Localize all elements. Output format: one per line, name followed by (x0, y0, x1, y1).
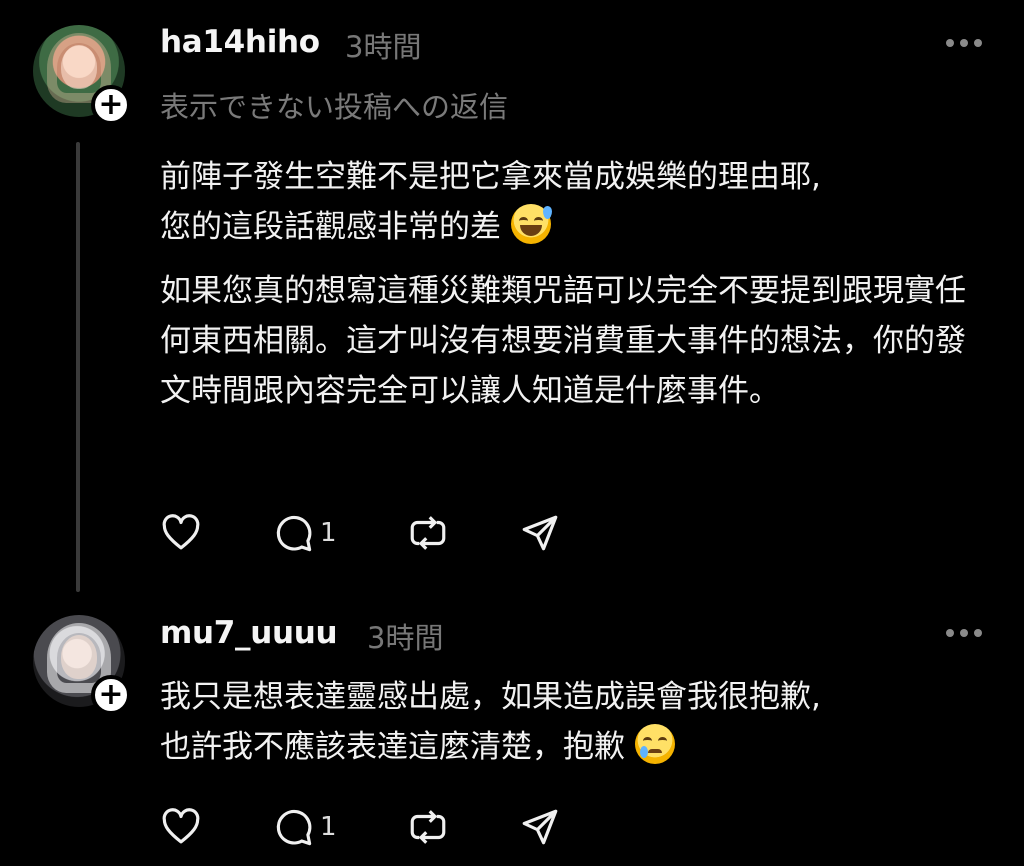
username[interactable]: ha14hiho (160, 24, 320, 60)
repost-icon (410, 516, 445, 550)
timestamp: 3時間 (367, 621, 444, 655)
repost-button[interactable] (407, 512, 449, 554)
post-text-line: 前陣子發生空難不是把它拿來當成娛樂的理由耶, (160, 159, 821, 195)
post-text-paragraph: 如果您真的想寫這種災難類咒語可以完全不要提到跟現實任何東西相關。這才叫沒有想要消… (160, 273, 966, 409)
repost-icon (410, 810, 445, 844)
username[interactable]: mu7_uuuu (160, 615, 338, 651)
repost-button[interactable] (407, 806, 449, 848)
comment-icon (276, 515, 312, 552)
reply-button[interactable]: 1 (272, 806, 337, 848)
reply-count: 1 (320, 812, 337, 842)
post-mu7_uuuu: + mu7_uuuu 3時間 我只是想表達靈感出處，如果造成誤會我很抱歉, 也許… (0, 600, 1024, 866)
thread-line (76, 142, 80, 592)
heart-icon (162, 514, 200, 550)
follow-plus-icon[interactable]: + (91, 85, 131, 125)
action-bar: 1 (160, 807, 631, 847)
share-button[interactable] (519, 512, 561, 554)
reply-button[interactable]: 1 (272, 512, 337, 554)
post-text-line: 我只是想表達靈感出處，如果造成誤會我很抱歉, (160, 679, 821, 715)
send-icon (522, 515, 557, 551)
reply-context[interactable]: 表示できない投稿への返信 (160, 84, 508, 126)
timestamp: 3時間 (345, 30, 422, 64)
post-body: 我只是想表達靈感出處，如果造成誤會我很抱歉, 也許我不應該表達這麼清楚，抱歉 (160, 672, 990, 772)
sweat-smile-emoji (510, 204, 552, 244)
more-options-icon[interactable] (946, 628, 982, 638)
like-button[interactable] (160, 806, 202, 848)
follow-plus-icon[interactable]: + (91, 675, 131, 715)
like-button[interactable] (160, 512, 202, 554)
comment-icon (276, 809, 312, 846)
post-ha14hiho: + ha14hiho 3時間 表示できない投稿への返信 前陣子發生空難不是把它拿… (0, 0, 1024, 600)
share-button[interactable] (519, 806, 561, 848)
reply-count: 1 (320, 518, 337, 548)
post-body: 前陣子發生空難不是把它拿來當成娛樂的理由耶, 您的這段話觀感非常的差 如果您真的… (160, 152, 990, 416)
more-options-icon[interactable] (946, 38, 982, 48)
post-text-line: 也許我不應該表達這麼清楚，抱歉 (160, 729, 625, 765)
post-text-line: 您的這段話觀感非常的差 (160, 209, 501, 245)
send-icon (522, 809, 557, 845)
heart-icon (162, 808, 200, 844)
crying-face-emoji (634, 724, 675, 764)
action-bar: 1 (160, 513, 631, 553)
